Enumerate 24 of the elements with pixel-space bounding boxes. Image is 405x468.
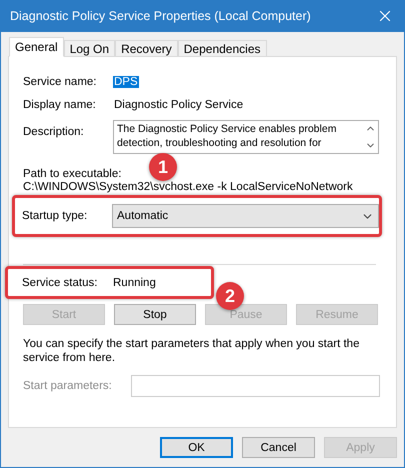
field-label: Service name: [23,76,98,88]
field-label: Description: [23,126,85,138]
help-text: You can specify the start parameters that apply when you start the service from here. [23,337,360,365]
display-name-value: Diagnostic Policy Service [113,99,244,111]
field-label: Start parameters: [23,380,113,392]
service-status-value: Running [112,276,157,288]
tab[interactable]: General [9,37,64,57]
startup-type-dropdown[interactable]: Automatic [112,204,379,228]
description-box[interactable]: The Diagnostic Policy Service enables problem detection, troubleshooting and resolution for [113,120,379,154]
service-button[interactable]: Stop [114,304,196,325]
field-label: Display name: [23,99,97,111]
field-label: Startup type: [22,210,88,222]
dialog-button[interactable]: Cancel [242,437,315,458]
step-badge: 2 [216,282,244,310]
tab[interactable]: Recovery [115,40,178,57]
window-title: Diagnostic Policy Service Properties (Local Computer) [10,9,311,23]
step-badge: 1 [149,153,177,181]
path-value: C:\WINDOWS\System32\svchost.exe -k LocalServiceNoNetwork [23,181,353,193]
field-label: Path to executable: [23,168,122,180]
tab[interactable]: Log On [64,40,116,57]
field-label: Service status: [22,276,98,288]
dialog-button[interactable]: OK [160,437,233,458]
tab[interactable]: Dependencies [178,40,266,57]
service-name-value: DPS [113,76,139,88]
